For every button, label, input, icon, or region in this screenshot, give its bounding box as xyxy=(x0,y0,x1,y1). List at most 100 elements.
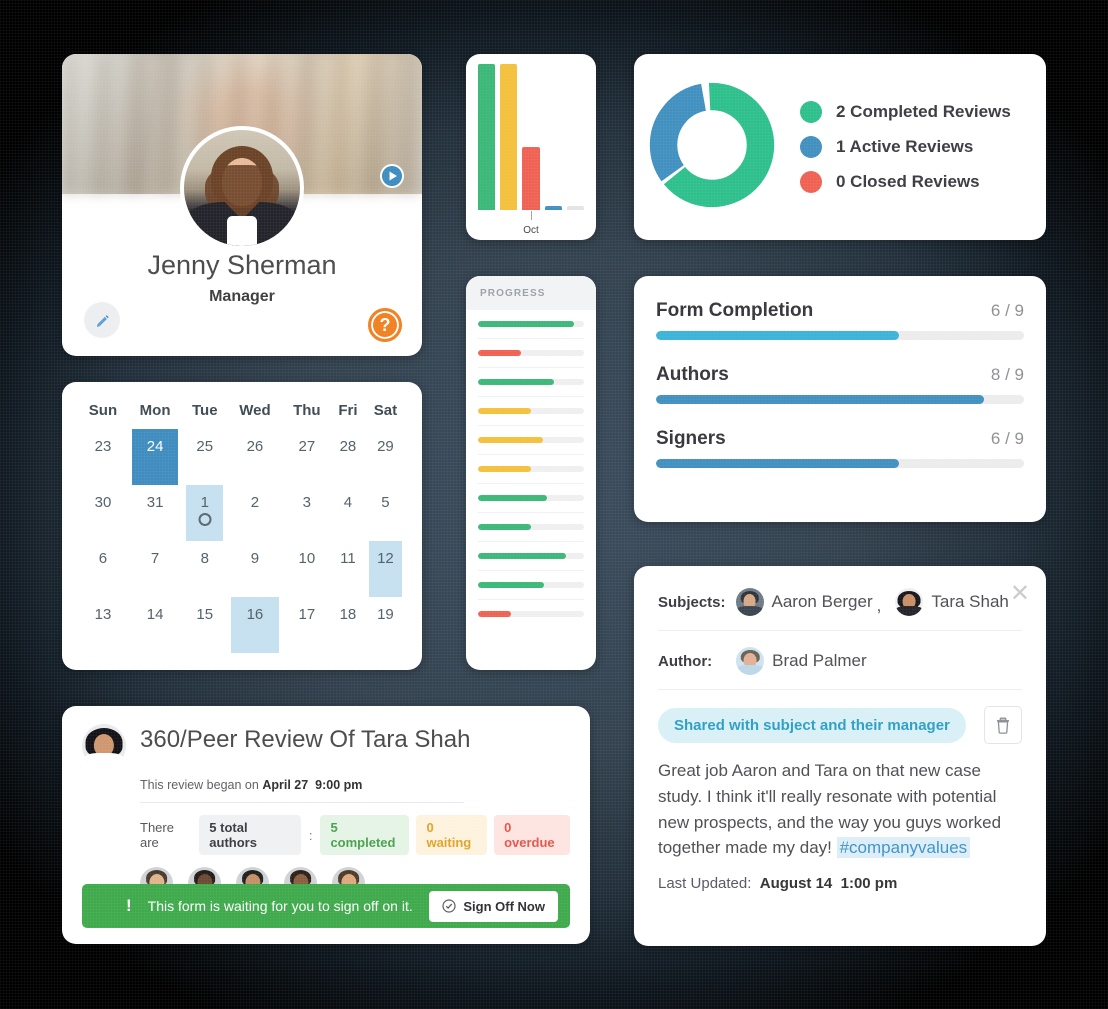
last-updated-time: 1:00 pm xyxy=(840,875,898,893)
calendar-card: Sun Mon Tue Wed Thu Fri Sat 23 24 25 26 27 28 29 30 31… xyxy=(62,382,422,670)
calendar-day-number: 27 xyxy=(298,438,316,455)
bar-1 xyxy=(500,64,518,210)
calendar-day-3[interactable]: 3 xyxy=(283,485,331,541)
calendar-day-number: 24 xyxy=(146,438,164,455)
calendar-day-26[interactable]: 26 xyxy=(227,429,282,485)
progress-track xyxy=(478,582,584,588)
calendar-day-29[interactable]: 29 xyxy=(365,429,406,485)
trash-icon xyxy=(997,717,1009,734)
calendar-day-number: 28 xyxy=(339,438,357,455)
calendar-day-30[interactable]: 30 xyxy=(78,485,128,541)
list-item[interactable] xyxy=(478,368,584,397)
edit-button[interactable] xyxy=(84,302,120,338)
calendar-day-28[interactable]: 28 xyxy=(331,429,365,485)
status-badge[interactable]: Shared with subject and their manager xyxy=(658,707,966,743)
calendar-event-dot-icon xyxy=(198,513,212,526)
progress-fill xyxy=(478,350,522,356)
calendar-day-number: 29 xyxy=(377,438,394,455)
calendar-day-6[interactable]: 6 xyxy=(78,541,128,597)
calendar-day-1[interactable]: 1 xyxy=(182,485,227,541)
stats-colon: : xyxy=(308,827,313,843)
calendar-weekday-sun: Sun xyxy=(88,402,118,419)
calendar-day-12[interactable]: 12 xyxy=(365,541,406,597)
author-label: Author: xyxy=(658,652,713,670)
calendar-day-14[interactable]: 14 xyxy=(128,597,182,653)
calendar-day-number: 10 xyxy=(298,550,316,567)
bar-chart-x-tick-label: Oct xyxy=(523,225,539,236)
calendar-day-10[interactable]: 10 xyxy=(283,541,331,597)
list-item[interactable] xyxy=(478,484,584,513)
calendar-day-19[interactable]: 19 xyxy=(365,597,406,653)
calendar-day-25[interactable]: 25 xyxy=(182,429,227,485)
stat-item-0: Form Completion 6 / 9 xyxy=(656,300,1024,340)
list-item[interactable] xyxy=(478,397,584,426)
calendar-day-7[interactable]: 7 xyxy=(128,541,182,597)
list-item[interactable] xyxy=(478,571,584,600)
subject-person-1[interactable]: Tara Shah xyxy=(895,588,1009,616)
stat-header: Form Completion 6 / 9 xyxy=(656,300,1024,322)
close-icon[interactable]: ✕ xyxy=(1010,582,1030,606)
calendar-day-17[interactable]: 17 xyxy=(283,597,331,653)
progress-list-header: PROGRESS xyxy=(466,276,596,310)
sign-off-now-button[interactable]: Sign Off Now xyxy=(429,890,558,922)
calendar-day-15[interactable]: 15 xyxy=(182,597,227,653)
last-updated-label: Last Updated: xyxy=(658,875,752,893)
calendar-day-9[interactable]: 9 xyxy=(227,541,282,597)
progress-track xyxy=(478,350,584,356)
review-began-prefix: This review began on xyxy=(140,778,259,792)
progress-fill xyxy=(478,524,531,530)
calendar-day-number: 11 xyxy=(340,550,356,567)
help-button[interactable]: ? xyxy=(368,308,402,342)
there-are-label: There are xyxy=(140,820,174,850)
progress-track xyxy=(478,321,584,327)
calendar-day-2[interactable]: 2 xyxy=(227,485,282,541)
review-author-stats: There are 5 total authors : 5 completed … xyxy=(140,815,570,855)
avatar xyxy=(735,588,764,616)
progress-fill xyxy=(656,459,899,468)
hashtag-link[interactable]: #companyvalues xyxy=(836,837,971,859)
calendar-day-31[interactable]: 31 xyxy=(128,485,182,541)
list-item[interactable] xyxy=(478,339,584,368)
calendar-day-13[interactable]: 13 xyxy=(78,597,128,653)
divider xyxy=(658,689,1022,690)
calendar-day-16[interactable]: 16 xyxy=(227,597,282,653)
donut-legend: 2 Completed Reviews 1 Active Reviews 0 Clo… xyxy=(800,88,1011,206)
calendar-day-5[interactable]: 5 xyxy=(365,485,406,541)
donut-slice-active xyxy=(649,82,775,207)
stat-item-2: Signers 6 / 9 xyxy=(656,428,1024,468)
list-item[interactable] xyxy=(478,542,584,571)
progress-track xyxy=(656,331,1024,340)
calendar-day-4[interactable]: 4 xyxy=(331,485,365,541)
calendar-day-8[interactable]: 8 xyxy=(182,541,227,597)
legend-item-2: 0 Closed Reviews xyxy=(800,171,1011,193)
list-item[interactable] xyxy=(478,455,584,484)
list-item[interactable] xyxy=(478,426,584,455)
calendar-day-24[interactable]: 24 xyxy=(128,429,182,485)
calendar-day-23[interactable]: 23 xyxy=(78,429,128,485)
calendar-day-11[interactable]: 11 xyxy=(331,541,365,597)
comment-body: Great job Aaron and Tara on that new cas… xyxy=(658,758,1022,861)
list-item[interactable] xyxy=(478,600,584,628)
progress-fill xyxy=(478,553,566,559)
avatar xyxy=(895,588,924,616)
progress-track xyxy=(478,437,584,443)
calendar-day-27[interactable]: 27 xyxy=(283,429,331,485)
author-person[interactable]: Brad Palmer xyxy=(736,647,867,675)
legend-label: 1 Active Reviews xyxy=(836,137,974,156)
last-updated: Last Updated: August 14 1:00 pm xyxy=(658,875,1022,892)
list-item[interactable] xyxy=(478,310,584,339)
calendar-weekday-tue: Tue xyxy=(191,402,218,419)
play-icon[interactable] xyxy=(380,164,404,188)
calendar-day-18[interactable]: 18 xyxy=(331,597,365,653)
progress-fill xyxy=(478,466,531,472)
calendar-day-number: 26 xyxy=(246,438,264,455)
progress-fill xyxy=(656,395,984,404)
delete-button[interactable] xyxy=(984,706,1022,744)
progress-list-card: PROGRESS xyxy=(466,276,596,670)
list-item[interactable] xyxy=(478,513,584,542)
author-row: Author: Brad Palmer xyxy=(658,631,1022,689)
calendar-day-number: 30 xyxy=(94,494,112,511)
subject-person-0[interactable]: Aaron Berger xyxy=(735,588,873,616)
divider xyxy=(140,802,464,803)
stat-item-1: Authors 8 / 9 xyxy=(656,364,1024,404)
